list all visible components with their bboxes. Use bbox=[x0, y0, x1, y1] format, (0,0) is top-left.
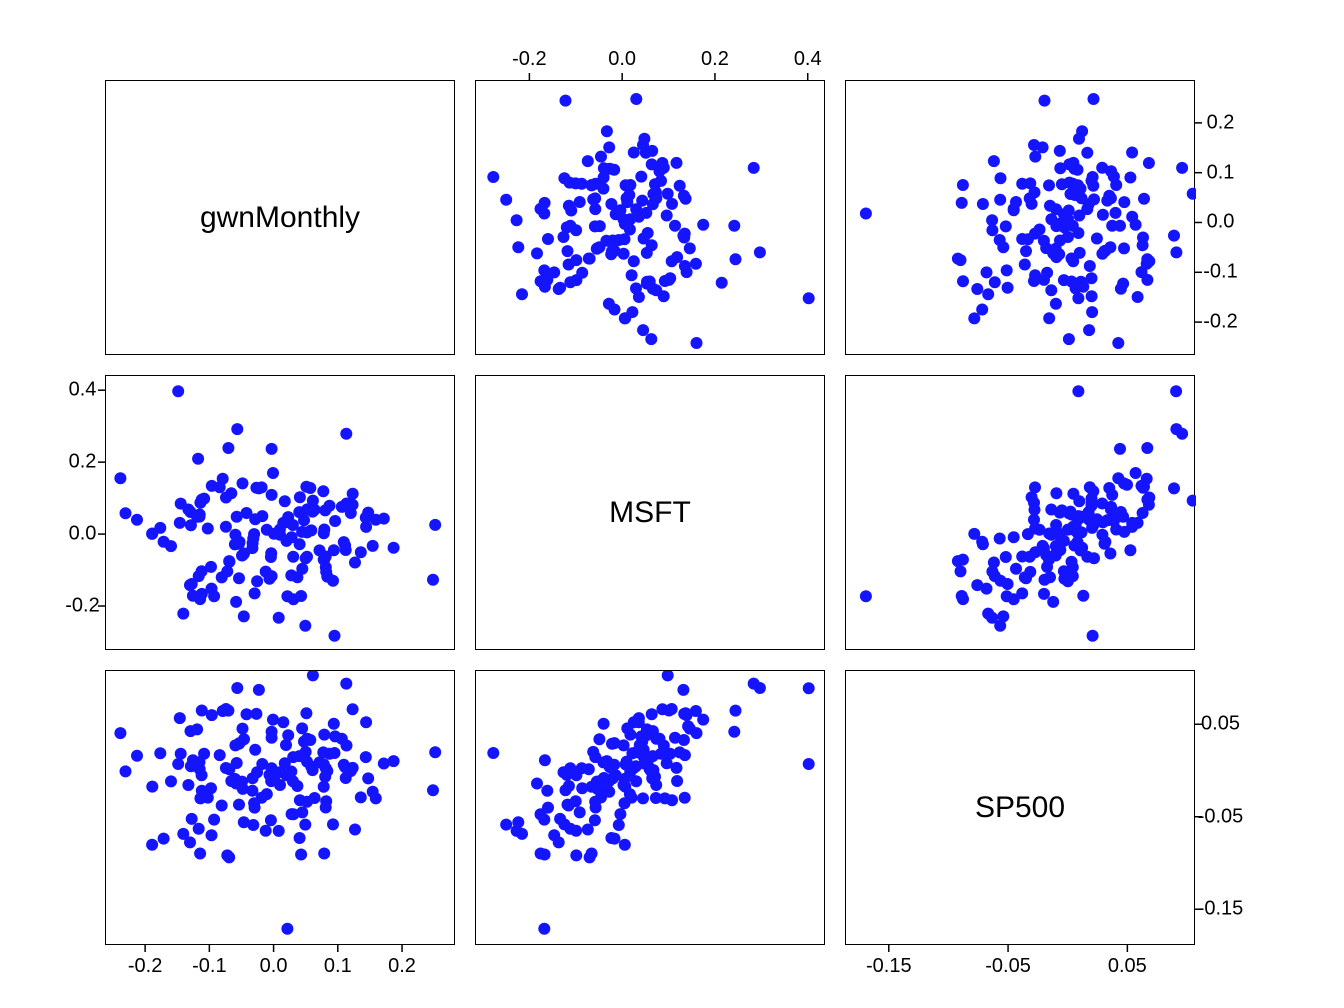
diag-panel-SP500: SP500 bbox=[845, 670, 1195, 945]
var-label-MSFT: MSFT bbox=[609, 496, 691, 530]
var-label-gwnMonthly: gwnMonthly bbox=[200, 201, 360, 235]
diag-panel-MSFT: MSFT bbox=[475, 375, 825, 650]
scatter-SP500-vs-gwnMonthly bbox=[845, 80, 1195, 355]
scatter-gwnMonthly-vs-SP500 bbox=[105, 670, 455, 945]
scatter-MSFT-vs-SP500 bbox=[475, 670, 825, 945]
pairs-plot-container: gwnMonthlyMSFTSP500-0.20.00.20.4-0.2-0.1… bbox=[0, 0, 1344, 1008]
diag-panel-gwnMonthly: gwnMonthly bbox=[105, 80, 455, 355]
scatter-gwnMonthly-vs-MSFT bbox=[105, 375, 455, 650]
scatter-MSFT-vs-gwnMonthly bbox=[475, 80, 825, 355]
var-label-SP500: SP500 bbox=[975, 791, 1065, 825]
scatter-SP500-vs-MSFT bbox=[845, 375, 1195, 650]
